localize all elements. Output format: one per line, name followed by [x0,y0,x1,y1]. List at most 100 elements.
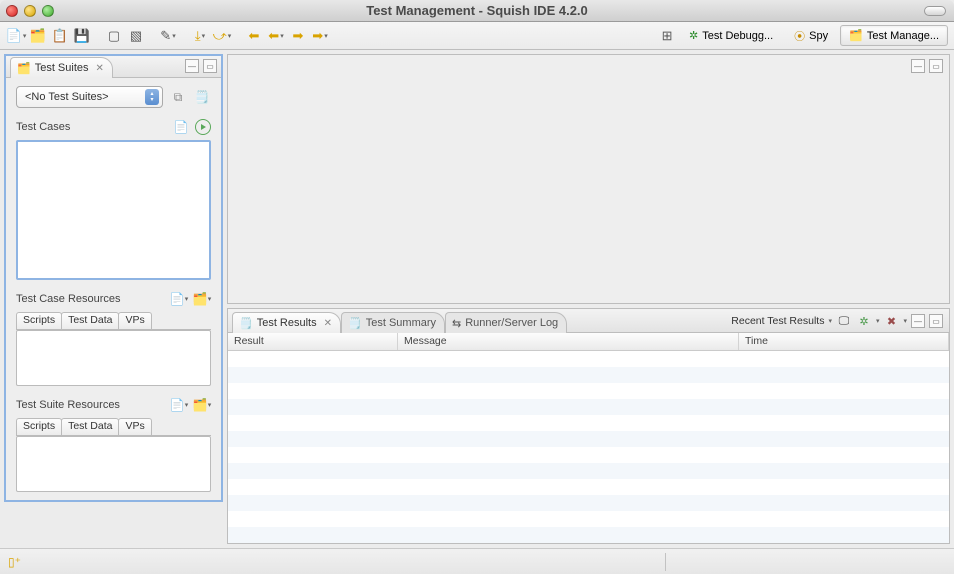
suite-select-value: <No Test Suites> [25,91,109,103]
new-resource-icon[interactable]: 📄▾ [170,290,188,308]
close-window-button[interactable] [6,5,18,17]
main-toolbar: 📄 🗂️ 📋 💾 ▢ ▧ ✎ ⤓ ⤻ ⬅ ⬅ ➡ ➡ ⊞ ✲ Test Debu… [0,22,954,50]
minimize-window-button[interactable] [24,5,36,17]
col-result[interactable]: Result [228,333,398,350]
step-over-icon[interactable]: ⤻ [212,26,232,46]
perspective-label: Test Manage... [867,30,939,42]
suite-select-row: <No Test Suites> ⧉ 🗒️ [16,86,211,108]
tab-test-data[interactable]: Test Data [61,418,119,435]
case-resource-tabs: Scripts Test Data VPs [16,312,211,330]
col-message[interactable]: Message [398,333,739,350]
test-suites-tab-strip: 🗂️ Test Suites ✕ ― ▭ [6,56,221,78]
zoom-window-button[interactable] [42,5,54,17]
test-suites-body: <No Test Suites> ⧉ 🗒️ Test Cases 📄 [6,78,221,500]
open-icon[interactable]: 📋 [50,26,70,46]
tab-test-data[interactable]: Test Data [61,312,119,329]
col-time[interactable]: Time [739,333,949,350]
new-test-case-icon[interactable]: 📄 [172,118,190,136]
tab-vps[interactable]: VPs [118,312,151,329]
summary-icon: 🗒️ [348,317,362,330]
perspective-test-debugging[interactable]: ✲ Test Debugg... [680,25,782,46]
folder-icon: 🗂️ [849,29,863,42]
log-icon: ⇆ [452,317,461,330]
right-column: ― ▭ 🗒️ Test Results ✕ 🗒️ Test Summary ⇆ … [227,50,954,548]
bookmark-add-icon[interactable]: ▧ [126,26,146,46]
refresh-icon[interactable]: 🗒️ [193,88,211,106]
bottom-panel: 🗒️ Test Results ✕ 🗒️ Test Summary ⇆ Runn… [227,308,950,544]
back-history-icon[interactable]: ⬅ [266,26,286,46]
tab-label: Runner/Server Log [465,317,558,329]
maximize-view-icon[interactable]: ▭ [929,59,943,73]
bottom-panel-tools: Recent Test Results ▾ 🖵 ✲▾ ✖▾ ― ▭ [731,313,943,329]
step-into-icon[interactable]: ⤓ [190,26,210,46]
suite-resource-list[interactable] [16,436,211,492]
close-icon[interactable]: ✕ [324,318,332,329]
minimize-view-icon[interactable]: ― [185,59,199,73]
save-icon[interactable]: 💾 [72,26,92,46]
maximize-view-icon[interactable]: ▭ [929,314,943,328]
new-dropdown-icon[interactable]: 📄 [6,26,26,46]
clear-icon[interactable]: ✖ [883,313,899,329]
results-table-body[interactable] [228,351,949,543]
test-cases-label-row: Test Cases 📄 [16,118,211,136]
perspective-spy[interactable]: ⦿ Spy [785,24,837,48]
forward-history-icon[interactable]: ➡ [310,26,330,46]
test-case-resources-label: Test Case Resources [16,293,121,305]
tab-scripts[interactable]: Scripts [16,418,62,435]
case-resource-list[interactable] [16,330,211,386]
minimize-view-icon[interactable]: ― [911,59,925,73]
forward-icon[interactable]: ➡ [288,26,308,46]
filter-icon[interactable]: ⧉ [169,88,187,106]
open-resource-icon[interactable]: 🗂️▾ [193,290,211,308]
edit-pen-icon[interactable]: ✎ [158,26,178,46]
tab-label: Test Summary [366,317,436,329]
stepper-icon[interactable] [145,89,159,105]
titlebar: Test Management - Squish IDE 4.2.0 [0,0,954,22]
status-bar: ▯⁺ [0,548,954,574]
recent-results-label[interactable]: Recent Test Results [731,315,824,327]
workspace: 🗂️ Test Suites ✕ ― ▭ <No Test Suites> ⧉ … [0,50,954,548]
perspective-switcher: ⊞ ✲ Test Debugg... ⦿ Spy 🗂️ Test Manage.… [657,24,948,48]
perspective-test-management[interactable]: 🗂️ Test Manage... [840,25,948,46]
results-table-header: Result Message Time [228,333,949,351]
bottom-tab-strip: 🗒️ Test Results ✕ 🗒️ Test Summary ⇆ Runn… [228,309,949,333]
tab-test-results[interactable]: 🗒️ Test Results ✕ [232,312,341,333]
test-cases-label: Test Cases [16,121,70,133]
bookmark-icon[interactable]: ▢ [104,26,124,46]
tab-label: Test Suites [35,62,89,74]
window-title: Test Management - Squish IDE 4.2.0 [366,3,588,18]
toolbar-left-group: 📄 🗂️ 📋 💾 ▢ ▧ ✎ ⤓ ⤻ ⬅ ⬅ ➡ ➡ [6,26,330,46]
tab-runner-server-log[interactable]: ⇆ Runner/Server Log [445,312,567,333]
back-icon[interactable]: ⬅ [244,26,264,46]
left-column: 🗂️ Test Suites ✕ ― ▭ <No Test Suites> ⧉ … [0,50,227,548]
minimize-view-icon[interactable]: ― [911,314,925,328]
spy-icon: ⦿ [794,28,805,44]
suite-resource-tabs: Scripts Test Data VPs [16,418,211,436]
cog-icon[interactable]: ✲ [856,313,872,329]
titlebar-toggle[interactable] [924,6,946,16]
perspective-label: Test Debugg... [702,30,773,42]
perspective-label: Spy [809,30,828,42]
run-icon[interactable] [195,119,211,135]
tab-scripts[interactable]: Scripts [16,312,62,329]
bug-icon: ✲ [689,29,698,42]
tab-test-summary[interactable]: 🗒️ Test Summary [341,312,445,333]
test-cases-list[interactable] [16,140,211,280]
open-perspective-icon[interactable]: ⊞ [657,26,677,46]
open-suite-resource-icon[interactable]: 🗂️▾ [193,396,211,414]
traffic-lights [6,5,54,17]
monitor-icon[interactable]: 🖵 [836,313,852,329]
maximize-view-icon[interactable]: ▭ [203,59,217,73]
suite-select-dropdown[interactable]: <No Test Suites> [16,86,163,108]
tab-vps[interactable]: VPs [118,418,151,435]
test-suite-resources-label: Test Suite Resources [16,399,120,411]
tab-test-suites[interactable]: 🗂️ Test Suites ✕ [10,57,113,78]
status-glyph-icon[interactable]: ▯⁺ [8,555,21,569]
close-icon[interactable]: ✕ [96,63,104,74]
new-suite-icon[interactable]: 🗂️ [28,26,48,46]
chevron-down-icon[interactable]: ▾ [828,317,832,325]
tab-label: Test Results [257,317,317,329]
test-suite-resources-section: Test Suite Resources 📄▾ 🗂️▾ Scripts Test… [16,396,211,492]
new-suite-resource-icon[interactable]: 📄▾ [170,396,188,414]
status-separator [665,553,666,571]
